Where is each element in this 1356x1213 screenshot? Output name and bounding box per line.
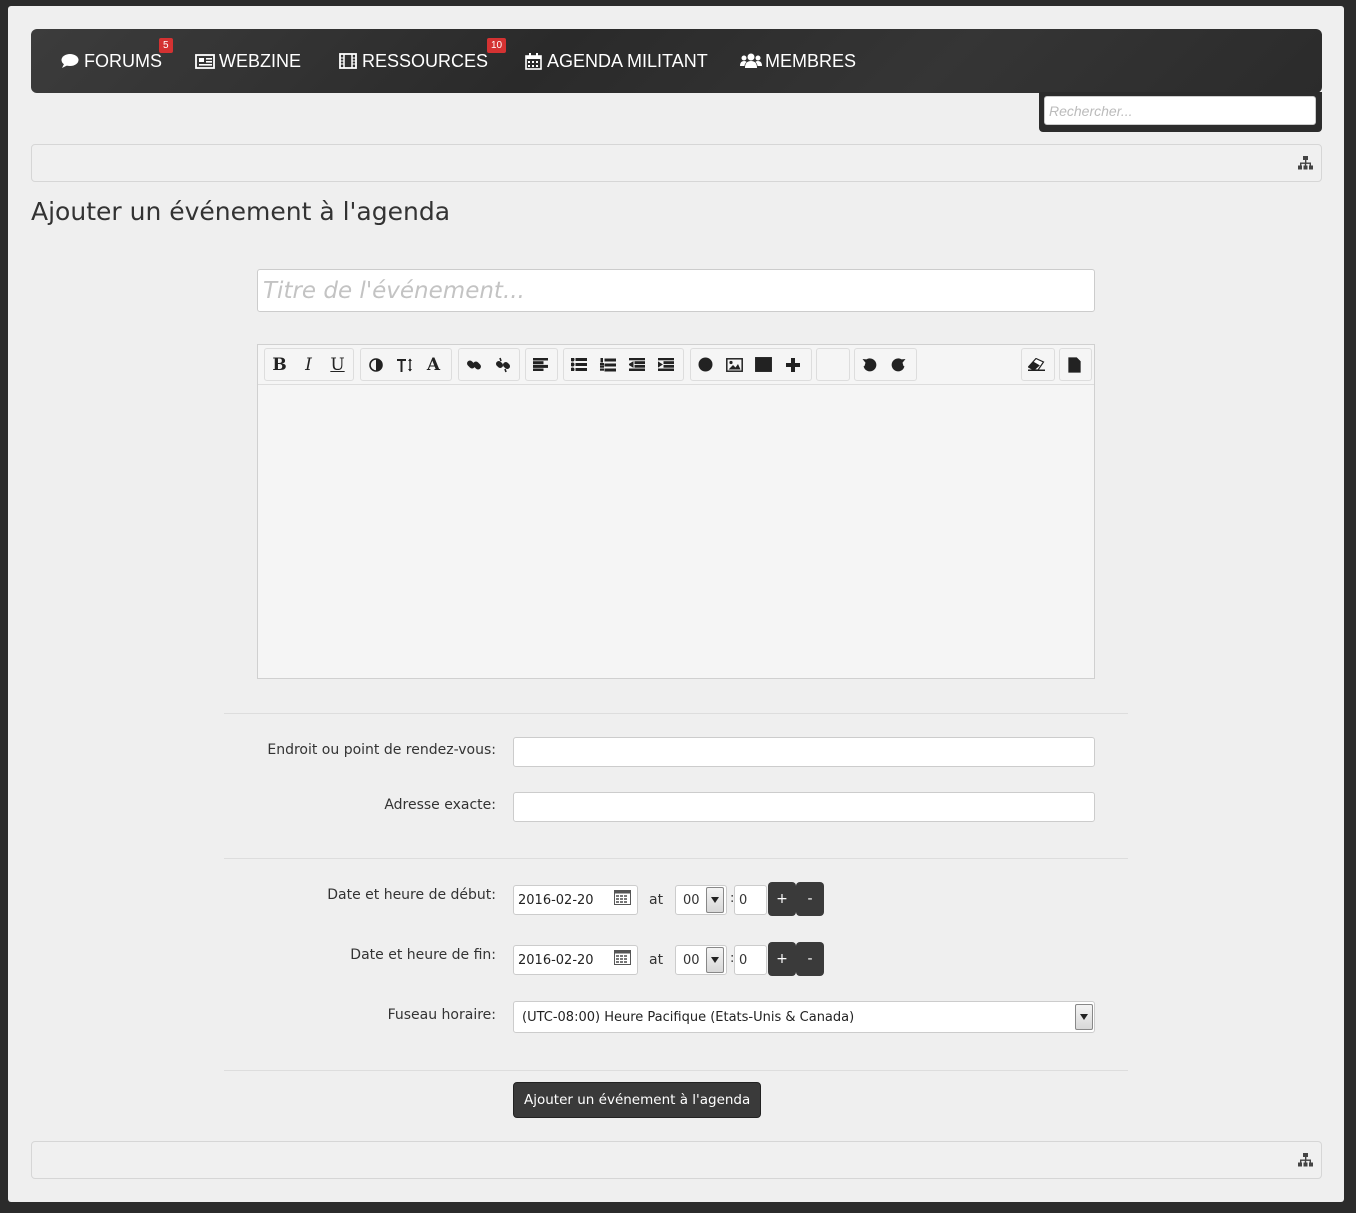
divider (224, 858, 1128, 859)
nav-ressources[interactable]: RESSOURCES 10 (337, 38, 507, 74)
end-datetime-label: Date et heure de fin: (350, 947, 496, 963)
breadcrumb-bottom (31, 1141, 1322, 1179)
plus-icon[interactable] (778, 349, 807, 380)
image-icon[interactable] (720, 349, 749, 380)
address-label: Adresse exacte: (384, 797, 496, 813)
font-size-icon[interactable] (390, 349, 419, 380)
divider (224, 1070, 1128, 1071)
divider (224, 713, 1128, 714)
event-title-input[interactable] (257, 269, 1095, 312)
eraser-icon[interactable] (1022, 349, 1051, 380)
calendar-icon[interactable] (614, 890, 631, 910)
submit-event-button[interactable]: Ajouter un événement à l'agenda (513, 1082, 762, 1118)
start-minus-button[interactable]: - (796, 882, 824, 916)
main-nav: FORUMS 5 WEBZINE RESSOURCES 10 AGENDA MI… (31, 29, 1322, 93)
at-label: at (649, 892, 664, 908)
toolbar-group-eraser (1021, 348, 1055, 381)
unlink-icon[interactable] (488, 349, 517, 380)
nav-ressources-label: RESSOURCES (362, 50, 489, 71)
undo-icon[interactable] (855, 349, 884, 380)
page-title: Ajouter un événement à l'agenda (31, 197, 451, 226)
nav-membres-label: MEMBRES (765, 50, 857, 71)
start-date-field[interactable]: 2016-02-20 (513, 885, 638, 915)
page-container: FORUMS 5 WEBZINE RESSOURCES 10 AGENDA MI… (8, 6, 1344, 1202)
search-input[interactable] (1044, 96, 1316, 125)
toolbar-group-align (525, 348, 558, 381)
users-icon (740, 51, 762, 71)
start-plus-button[interactable]: + (768, 882, 796, 916)
toolbar-group-insert (690, 348, 812, 381)
nav-webzine[interactable]: WEBZINE (194, 48, 301, 74)
editor-toolbar: B I U A (258, 345, 1094, 385)
address-input[interactable] (513, 792, 1095, 822)
nav-agenda-label: AGENDA MILITANT (547, 50, 708, 71)
ressources-badge: 10 (487, 38, 507, 53)
timezone-label: Fuseau horaire: (387, 1007, 496, 1023)
chevron-down-icon[interactable] (1075, 1004, 1093, 1030)
toolbar-group-lists (563, 348, 684, 381)
video-icon[interactable] (749, 349, 778, 380)
source-document-icon[interactable] (1060, 349, 1089, 380)
nav-forums-label: FORUMS (84, 50, 162, 71)
start-date-value: 2016-02-20 (518, 892, 594, 908)
film-icon (337, 51, 359, 71)
emoticon-icon[interactable] (691, 349, 720, 380)
bold-button[interactable]: B (265, 349, 294, 380)
nav-agenda-militant[interactable]: AGENDA MILITANT (522, 48, 708, 74)
end-hour-value: 00 (683, 952, 700, 968)
forums-badge: 5 (159, 38, 173, 53)
sitemap-icon[interactable] (1298, 1153, 1313, 1172)
underline-button[interactable]: U (323, 349, 352, 380)
toolbar-group-format: B I U (264, 348, 354, 381)
end-plus-button[interactable]: + (768, 942, 796, 976)
start-hour-value: 00 (683, 892, 700, 908)
sitemap-icon[interactable] (1298, 156, 1313, 175)
outdent-icon[interactable] (622, 349, 651, 380)
timezone-select[interactable]: (UTC-08:00) Heure Pacifique (Etats-Unis … (513, 1001, 1095, 1033)
calendar-icon[interactable] (614, 950, 631, 970)
nav-forums[interactable]: FORUMS 5 (59, 38, 173, 74)
rich-text-editor: B I U A (257, 344, 1095, 679)
timezone-value: (UTC-08:00) Heure Pacifique (Etats-Unis … (522, 1009, 855, 1025)
align-left-icon[interactable] (526, 349, 555, 380)
location-label: Endroit ou point de rendez-vous: (267, 742, 496, 758)
at-label: at (649, 952, 664, 968)
font-button[interactable]: A (419, 349, 448, 380)
location-input[interactable] (513, 737, 1095, 767)
end-hour-select[interactable]: 00 (675, 945, 727, 975)
end-minus-button[interactable]: - (796, 942, 824, 976)
start-datetime-label: Date et heure de début: (327, 887, 496, 903)
toolbar-group-source (1059, 348, 1092, 381)
bullet-list-icon[interactable] (564, 349, 593, 380)
comment-icon (59, 51, 81, 71)
calendar-icon (522, 51, 544, 71)
end-minute-input[interactable]: 0 (734, 945, 767, 975)
numbered-list-icon[interactable] (593, 349, 622, 380)
start-minute-input[interactable]: 0 (734, 885, 767, 915)
start-hour-select[interactable]: 00 (675, 885, 727, 915)
italic-button[interactable]: I (294, 349, 323, 380)
toolbar-group-history (854, 348, 917, 381)
indent-icon[interactable] (651, 349, 680, 380)
toolbar-group-style: A (360, 348, 452, 381)
search-container (1039, 92, 1322, 132)
chevron-down-icon[interactable] (706, 887, 724, 913)
link-icon[interactable] (459, 349, 488, 380)
end-date-value: 2016-02-20 (518, 952, 594, 968)
color-icon[interactable] (361, 349, 390, 380)
toolbar-group-blank[interactable] (816, 348, 850, 381)
nav-membres[interactable]: MEMBRES (740, 48, 856, 74)
newspaper-icon (194, 51, 216, 71)
end-date-field[interactable]: 2016-02-20 (513, 945, 638, 975)
redo-icon[interactable] (884, 349, 913, 380)
editor-content-area[interactable] (258, 385, 1094, 678)
nav-webzine-label: WEBZINE (219, 50, 302, 71)
toolbar-group-links (458, 348, 520, 381)
breadcrumb-top (31, 144, 1322, 182)
chevron-down-icon[interactable] (706, 947, 724, 973)
